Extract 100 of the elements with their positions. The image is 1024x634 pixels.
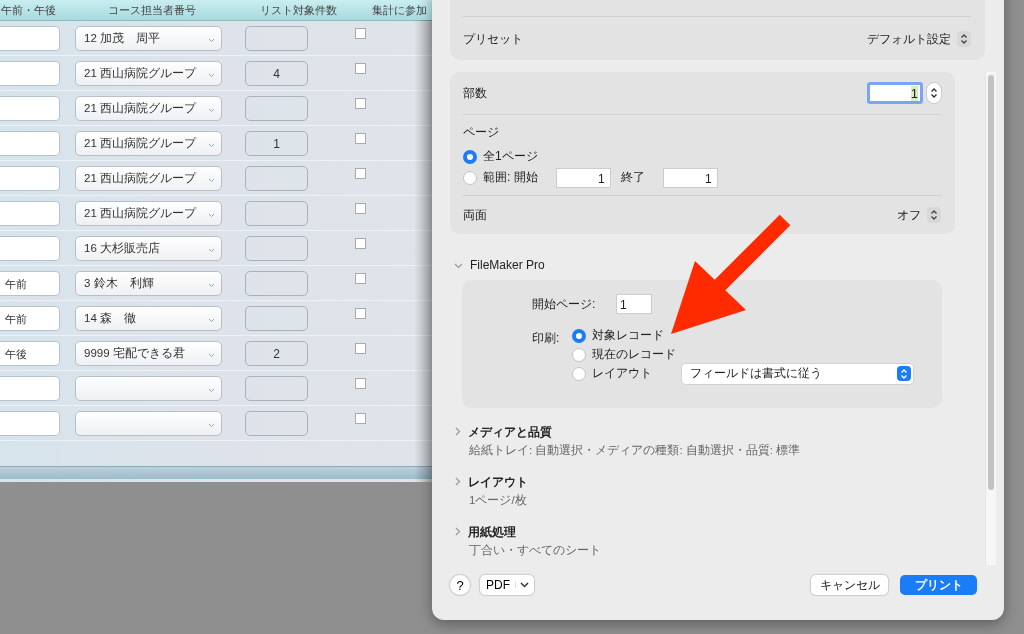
start-page-label: 開始ページ: [532, 295, 597, 313]
chevron-down-icon [208, 72, 215, 78]
count-field [245, 375, 308, 401]
chevron-down-icon [208, 212, 215, 218]
print-button[interactable]: プリント [900, 575, 977, 595]
chevron-down-icon [208, 387, 215, 393]
stepper-icon[interactable] [927, 83, 941, 103]
count-field [245, 410, 308, 436]
time-field[interactable] [0, 375, 60, 401]
chevron-down-icon [208, 107, 215, 113]
count-field: 2 [245, 340, 308, 366]
count-field [245, 165, 308, 191]
help-button[interactable]: ? [450, 575, 470, 595]
section-header[interactable]: メディアと品質 [455, 422, 970, 442]
column-header: 集計に参加 [370, 2, 428, 18]
course-dropdown[interactable]: 3 鈴木 利輝 [75, 270, 222, 296]
course-dropdown[interactable]: 21 西山病院グループ [75, 200, 222, 226]
chevron-down-icon [515, 582, 529, 588]
stepper-icon [897, 366, 911, 381]
pages-label: ページ [463, 124, 500, 141]
duplex-popup[interactable]: オフ [897, 206, 941, 224]
column-header: コース担当者番号 [107, 2, 197, 18]
time-field[interactable]: 午後 [0, 340, 60, 366]
time-field[interactable] [0, 235, 60, 261]
radio-label: 現在のレコード [592, 346, 676, 363]
radio-button[interactable] [572, 366, 586, 381]
checkbox[interactable] [355, 378, 366, 389]
count-field [245, 95, 308, 121]
cancel-button[interactable]: キャンセル [811, 575, 888, 595]
course-dropdown[interactable]: 14 森 徹 [75, 305, 222, 331]
time-field[interactable] [0, 60, 60, 86]
chevron-down-icon [208, 422, 215, 428]
checkbox[interactable] [355, 168, 366, 179]
column-header: リスト対象件数 [258, 2, 338, 18]
radio-label: 対象レコード [592, 327, 664, 344]
checkbox[interactable] [355, 238, 366, 249]
pdf-menu-button[interactable]: PDF [480, 575, 534, 595]
preset-label: プリセット [463, 30, 523, 48]
checkbox[interactable] [355, 133, 366, 144]
section-header[interactable]: 用紙処理 [455, 522, 970, 542]
course-dropdown[interactable]: 16 大杉販売店 [75, 235, 222, 261]
checkbox[interactable] [355, 63, 366, 74]
time-field[interactable]: 午前 [0, 270, 60, 296]
time-field[interactable] [0, 95, 60, 121]
stepper-icon[interactable] [927, 207, 941, 223]
chevron-down-icon [208, 177, 215, 183]
radio-button[interactable] [572, 347, 586, 362]
course-dropdown[interactable] [75, 375, 222, 401]
course-dropdown[interactable] [75, 410, 222, 436]
time-field[interactable] [0, 200, 60, 226]
count-field [245, 305, 308, 331]
section-summary: 1ページ/枚 [469, 493, 528, 508]
course-dropdown[interactable]: 21 西山病院グループ [75, 165, 222, 191]
course-dropdown[interactable]: 9999 宅配できる君 [75, 340, 222, 366]
range-end-field[interactable]: 1 [662, 167, 718, 188]
radio-button[interactable] [463, 170, 477, 185]
checkbox[interactable] [355, 98, 366, 109]
time-field[interactable] [0, 25, 60, 51]
chevron-down-icon [208, 352, 215, 358]
scrollbar[interactable] [985, 72, 996, 565]
count-field [245, 235, 308, 261]
section-header[interactable]: レイアウト [455, 472, 970, 492]
range-start-field[interactable]: 1 [555, 167, 611, 188]
radio-button[interactable] [572, 328, 586, 343]
count-field [245, 25, 308, 51]
scroll-thumb[interactable] [988, 75, 994, 490]
chevron-down-icon [208, 282, 215, 288]
section-header[interactable]: FileMaker Pro [450, 255, 970, 275]
checkbox[interactable] [355, 203, 366, 214]
print-label: 印刷: [532, 330, 561, 347]
chevron-down-icon [208, 37, 215, 43]
count-field: 4 [245, 60, 308, 86]
radio-label: 全1ページ [483, 148, 538, 165]
range-end-label: 終了 [620, 169, 645, 186]
copies-field[interactable]: 1 [867, 82, 923, 104]
time-field[interactable]: 午前 [0, 305, 60, 331]
layout-dropdown[interactable]: フィールドは書式に従う [682, 363, 913, 384]
course-dropdown[interactable]: 21 西山病院グループ [75, 130, 222, 156]
chevron-down-icon [208, 247, 215, 253]
time-field[interactable] [0, 410, 60, 436]
radio-button[interactable] [463, 149, 477, 164]
count-field [245, 270, 308, 296]
start-page-field[interactable]: 1 [616, 294, 652, 314]
section-summary: 給紙トレイ: 自動選択・メディアの種類: 自動選択・品質: 標準 [469, 443, 802, 458]
column-header: 午前・午後 [0, 2, 57, 18]
checkbox[interactable] [355, 308, 366, 319]
stepper-icon[interactable] [957, 31, 971, 47]
time-field[interactable] [0, 165, 60, 191]
course-dropdown[interactable]: 21 西山病院グループ [75, 95, 222, 121]
course-dropdown[interactable]: 12 加茂 周平 [75, 25, 222, 51]
checkbox[interactable] [355, 343, 366, 354]
checkbox[interactable] [355, 413, 366, 424]
count-field [245, 200, 308, 226]
count-field: 1 [245, 130, 308, 156]
checkbox[interactable] [355, 28, 366, 39]
course-dropdown[interactable]: 21 西山病院グループ [75, 60, 222, 86]
checkbox[interactable] [355, 273, 366, 284]
time-field[interactable] [0, 130, 60, 156]
preset-popup[interactable]: デフォルト設定 [867, 30, 971, 48]
chevron-down-icon [208, 142, 215, 148]
